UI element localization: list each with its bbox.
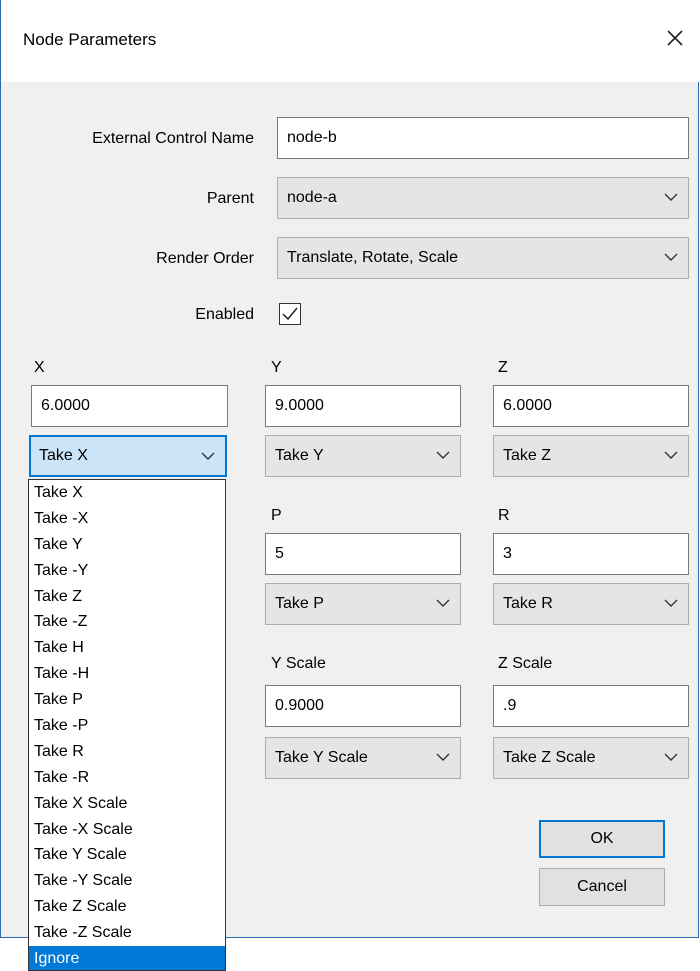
dropdown-option[interactable]: Take -H	[29, 661, 225, 687]
y-scale-take-select[interactable]: Take Y Scale	[265, 737, 461, 779]
parent-label: Parent	[206, 190, 254, 207]
x-take-dropdown-list: Take X Take -X Take Y Take -Y Take Z Take -Z T…	[28, 479, 226, 971]
dropdown-option[interactable]: Take Z	[29, 584, 225, 610]
chevron-down-icon	[436, 599, 450, 607]
r-field[interactable]: 3	[493, 533, 689, 575]
x-label: X	[34, 359, 45, 376]
x-field[interactable]: 6.0000	[31, 385, 228, 427]
dropdown-option[interactable]: Take -Y	[29, 558, 225, 584]
z-scale-label: Z Scale	[498, 655, 553, 672]
p-take-select[interactable]: Take P	[265, 583, 461, 625]
chevron-down-icon	[664, 451, 678, 459]
render-order-value: Translate, Rotate, Scale	[287, 249, 459, 266]
dropdown-option[interactable]: Take Z Scale	[29, 894, 225, 920]
chevron-down-icon	[664, 599, 678, 607]
chevron-down-icon	[436, 451, 450, 459]
enabled-label: Enabled	[195, 306, 254, 323]
chevron-down-icon	[664, 753, 678, 761]
dropdown-option[interactable]: Ignore	[29, 946, 225, 970]
dropdown-option[interactable]: Take R	[29, 739, 225, 765]
z-take-select[interactable]: Take Z	[493, 435, 689, 477]
z-label: Z	[498, 359, 508, 376]
chevron-down-icon	[201, 452, 215, 460]
render-order-select[interactable]: Translate, Rotate, Scale	[277, 237, 689, 279]
dialog-title: Node Parameters	[23, 30, 157, 49]
y-scale-take-value: Take Y Scale	[275, 749, 368, 766]
chevron-down-icon	[436, 753, 450, 761]
dropdown-option[interactable]: Take -R	[29, 765, 225, 791]
chevron-down-icon	[664, 193, 678, 201]
dropdown-option[interactable]: Take X	[29, 480, 225, 506]
parent-select[interactable]: node-a	[277, 177, 689, 219]
y-take-select[interactable]: Take Y	[265, 435, 461, 477]
y-scale-field[interactable]: 0.9000	[265, 685, 461, 727]
x-take-value: Take X	[39, 447, 88, 464]
external-control-name-label: External Control Name	[92, 130, 254, 147]
z-field[interactable]: 6.0000	[493, 385, 689, 427]
cancel-button[interactable]: Cancel	[539, 868, 665, 906]
dropdown-option[interactable]: Take Y Scale	[29, 842, 225, 868]
dropdown-option[interactable]: Take -P	[29, 713, 225, 739]
p-field[interactable]: 5	[265, 533, 461, 575]
r-take-value: Take R	[503, 595, 553, 612]
chevron-down-icon	[664, 253, 678, 261]
close-icon[interactable]	[659, 22, 691, 54]
enabled-checkbox[interactable]	[279, 303, 301, 325]
p-take-value: Take P	[275, 595, 324, 612]
z-scale-take-value: Take Z Scale	[503, 749, 596, 766]
y-scale-label: Y Scale	[271, 655, 326, 672]
x-take-select[interactable]: Take X	[29, 435, 227, 477]
dropdown-option[interactable]: Take -X Scale	[29, 817, 225, 843]
dropdown-option[interactable]: Take -Y Scale	[29, 868, 225, 894]
dropdown-option[interactable]: Take -Z Scale	[29, 920, 225, 946]
dropdown-option[interactable]: Take H	[29, 635, 225, 661]
parent-value: node-a	[287, 189, 337, 206]
z-take-value: Take Z	[503, 447, 552, 464]
z-scale-field[interactable]: .9	[493, 685, 689, 727]
render-order-label: Render Order	[156, 250, 254, 267]
y-take-value: Take Y	[275, 447, 324, 464]
dropdown-option[interactable]: Take -X	[29, 506, 225, 532]
y-label: Y	[271, 359, 282, 376]
z-scale-take-select[interactable]: Take Z Scale	[493, 737, 689, 779]
external-control-name-field[interactable]: node-b	[277, 117, 689, 159]
ok-button[interactable]: OK	[539, 820, 665, 858]
r-take-select[interactable]: Take R	[493, 583, 689, 625]
y-field[interactable]: 9.0000	[265, 385, 461, 427]
dropdown-option[interactable]: Take X Scale	[29, 791, 225, 817]
p-label: P	[271, 507, 282, 524]
dropdown-option[interactable]: Take -Z	[29, 609, 225, 635]
dropdown-option[interactable]: Take Y	[29, 532, 225, 558]
title-bar: Node Parameters	[1, 0, 700, 82]
r-label: R	[498, 507, 510, 524]
checkmark-icon	[282, 307, 298, 321]
dropdown-option[interactable]: Take P	[29, 687, 225, 713]
